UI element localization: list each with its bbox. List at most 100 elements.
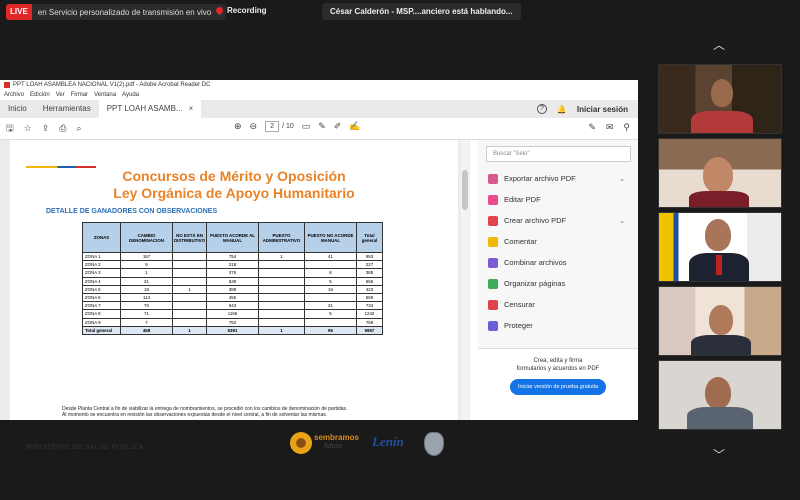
cell bbox=[258, 276, 305, 286]
envelope-icon[interactable]: ✉ bbox=[606, 122, 614, 133]
cell: 5957 bbox=[356, 325, 383, 335]
participant-video-3[interactable] bbox=[658, 212, 782, 282]
sign-icon[interactable]: ✍ bbox=[349, 121, 360, 132]
shield-icon bbox=[488, 320, 498, 331]
bell-icon[interactable]: 🔔 bbox=[557, 105, 567, 114]
save-icon[interactable]: 🖫 bbox=[6, 121, 14, 137]
chevron-down-icon[interactable]: ⌄ bbox=[619, 217, 625, 225]
cell: ZONA 9 bbox=[82, 317, 121, 327]
participant-body bbox=[691, 111, 753, 133]
page-up-icon[interactable]: ⊕ bbox=[234, 121, 242, 132]
cell: 227 bbox=[356, 260, 383, 270]
document-area: Concursos de Mérito y Oposición Ley Orgá… bbox=[0, 140, 470, 456]
participant-video-2[interactable] bbox=[658, 138, 782, 208]
tool-censurar[interactable]: Censurar bbox=[488, 294, 633, 315]
slide-title: Concursos de Mérito y Oposición Ley Orgá… bbox=[10, 168, 458, 202]
cell: 71 bbox=[120, 309, 173, 319]
table-row: ZONA 3 1 376 8 385 bbox=[82, 268, 383, 278]
cell: 218 bbox=[206, 260, 259, 270]
print-icon[interactable]: ⎙ bbox=[59, 123, 66, 134]
tab-herramientas[interactable]: Herramientas bbox=[35, 100, 99, 118]
cell: 734 bbox=[356, 301, 383, 311]
cell: 385 bbox=[356, 268, 383, 278]
cell: 114 bbox=[120, 292, 173, 303]
participant-video-1[interactable] bbox=[658, 64, 782, 134]
menu-edicion[interactable]: Edición bbox=[30, 90, 50, 100]
menu-archivo[interactable]: Archivo bbox=[4, 90, 24, 100]
tool-label: Proteger bbox=[504, 321, 533, 330]
cell: 423 bbox=[356, 284, 383, 294]
live-stream-indicator[interactable]: LIVE en Servicio personalizado de transm… bbox=[6, 4, 227, 20]
edit-pdf-icon bbox=[488, 194, 498, 205]
participant-video-5[interactable] bbox=[658, 360, 782, 430]
cell: 953 bbox=[356, 251, 383, 262]
chevron-down-icon[interactable]: ⌄ bbox=[619, 175, 625, 183]
gallery-scroll-down-icon[interactable]: ﹀ bbox=[709, 446, 729, 463]
cell bbox=[258, 268, 305, 278]
comment-icon[interactable]: ▭ bbox=[302, 121, 311, 132]
cell: 1 bbox=[258, 325, 305, 335]
table-row: ZONA 6 114 455 569 bbox=[82, 292, 383, 303]
participant-video-4[interactable] bbox=[658, 286, 782, 356]
cell: ZONA 2 bbox=[82, 260, 121, 270]
page-down-icon[interactable]: ⊖ bbox=[250, 121, 258, 132]
cell: 643 bbox=[206, 301, 259, 311]
recording-indicator[interactable]: Recording bbox=[216, 6, 267, 15]
gallery-scroll-up-icon[interactable]: ︿ bbox=[709, 36, 729, 53]
cell: ZONA 8 bbox=[82, 309, 121, 319]
highlight-icon[interactable]: ✐ bbox=[334, 121, 342, 132]
cell: 21 bbox=[304, 301, 357, 311]
menu-ayuda[interactable]: Ayuda bbox=[122, 90, 139, 100]
page-navigation: ⊕ ⊖ 2 / 10 ▭ ✎ ✐ ✍ bbox=[234, 121, 361, 132]
star-icon[interactable]: ☆ bbox=[24, 123, 32, 134]
col-acorde: PUESTO ACORDE AL MANUAL bbox=[206, 222, 259, 253]
shared-screen: PPT LOAH ASAMBLEA NACIONAL V1(2).pdf - A… bbox=[0, 80, 638, 456]
redact-icon bbox=[488, 299, 498, 310]
tools-search-input[interactable]: Buscar "Selo" bbox=[486, 146, 631, 162]
tool-proteger[interactable]: Proteger bbox=[488, 315, 633, 336]
edit-icon[interactable]: ✎ bbox=[588, 122, 596, 133]
cell bbox=[172, 309, 207, 319]
sign-in-button[interactable]: Iniciar sesión bbox=[577, 105, 628, 114]
table-row: ZONA 4 21 639 5 665 bbox=[82, 276, 383, 286]
scrollbar-thumb[interactable] bbox=[462, 170, 468, 210]
tab-document[interactable]: PPT LOAH ASAMB... × bbox=[98, 100, 202, 118]
tool-organizar[interactable]: Organizar páginas bbox=[488, 273, 633, 294]
cell bbox=[172, 276, 207, 286]
tool-crear-pdf[interactable]: Crear archivo PDF ⌄ bbox=[488, 210, 633, 231]
table-total-row: Total general 468 1 5391 1 96 5957 bbox=[82, 325, 383, 335]
participant-head bbox=[705, 219, 731, 251]
tool-combinar[interactable]: Combinar archivos bbox=[488, 252, 633, 273]
participant-head bbox=[711, 79, 733, 107]
cell bbox=[258, 301, 305, 311]
search-icon[interactable]: ⌕ bbox=[77, 123, 82, 134]
slide-subheading: DETALLE DE GANADORES CON OBSERVACIONES bbox=[46, 208, 218, 215]
col-administrativo: PUESTO ADMINISTRATIVO bbox=[258, 222, 305, 253]
cell: 376 bbox=[206, 268, 259, 278]
cell: 388 bbox=[206, 284, 259, 294]
tool-comentar[interactable]: Comentar bbox=[488, 231, 633, 252]
tool-label: Crear archivo PDF bbox=[504, 216, 567, 225]
participant-head bbox=[705, 377, 731, 409]
window-title-bar: PPT LOAH ASAMBLEA NACIONAL V1(2).pdf - A… bbox=[0, 80, 638, 90]
winners-table: ZONAS CAMBIO DENOMINACION NO ESTÁ EN DIS… bbox=[82, 222, 383, 335]
menu-ventana[interactable]: Ventana bbox=[94, 90, 116, 100]
user-icon[interactable]: ⚲ bbox=[623, 122, 630, 133]
organize-pages-icon bbox=[488, 278, 498, 289]
document-scrollbar[interactable] bbox=[461, 140, 469, 420]
tool-exportar-pdf[interactable]: Exportar archivo PDF ⌄ bbox=[488, 168, 633, 189]
help-icon[interactable]: ? bbox=[536, 104, 547, 114]
cell: 1 bbox=[172, 325, 207, 335]
pen-icon[interactable]: ✎ bbox=[318, 121, 326, 132]
start-trial-button[interactable]: Iniciar versión de prueba gratuita bbox=[509, 379, 607, 395]
menu-firmar[interactable]: Firmar bbox=[71, 90, 88, 100]
table-row: ZONA 7 70 643 21 734 bbox=[82, 301, 383, 311]
close-icon[interactable]: × bbox=[189, 100, 194, 118]
upload-icon[interactable]: ⇪ bbox=[42, 123, 50, 134]
tab-inicio[interactable]: Inicio bbox=[0, 100, 35, 118]
tool-editar-pdf[interactable]: Editar PDF bbox=[488, 189, 633, 210]
page-number-input[interactable]: 2 bbox=[265, 121, 280, 132]
menu-ver[interactable]: Ver bbox=[56, 90, 65, 100]
cell bbox=[172, 317, 207, 327]
cell: ZONA 5 bbox=[82, 284, 121, 294]
